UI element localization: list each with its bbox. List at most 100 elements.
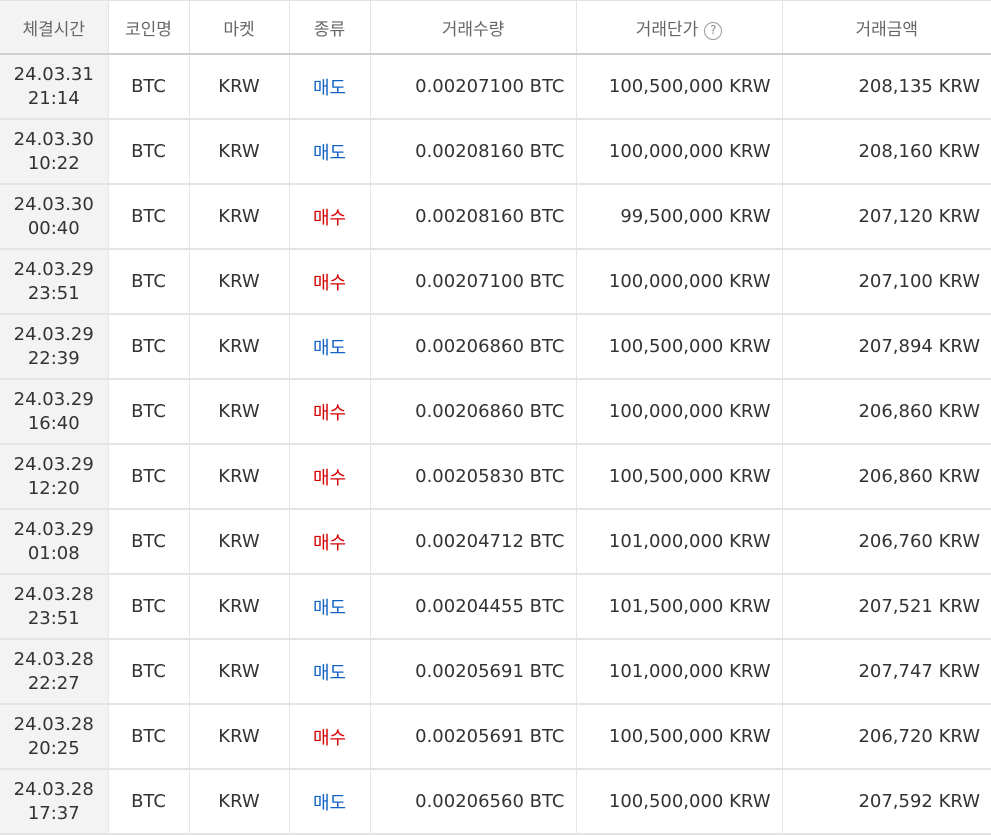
trade-type: 매도 bbox=[289, 119, 371, 185]
trade-type: 매도 bbox=[289, 574, 371, 640]
trade-amount: 207,120 KRW bbox=[782, 184, 991, 250]
trade-price: 100,500,000 KRW bbox=[576, 704, 783, 770]
trade-quantity: 0.00208160 BTC bbox=[370, 184, 577, 250]
market-name: KRW bbox=[189, 54, 290, 120]
trade-date: 24.03.28 bbox=[13, 583, 94, 605]
trade-clock: 12:20 bbox=[27, 477, 80, 499]
market-name: KRW bbox=[189, 509, 290, 575]
trade-rows: 24.03.31 21:14 BTC KRW 매도 0.00207100 BTC 100,5… bbox=[0, 54, 991, 835]
trade-quantity: 0.00206860 BTC bbox=[370, 314, 577, 380]
market-name: KRW bbox=[189, 249, 290, 315]
table-row[interactable]: 24.03.28 23:51 BTC KRW 매도 0.00204455 BTC 101,5… bbox=[0, 574, 991, 640]
trade-amount: 207,747 KRW bbox=[782, 639, 991, 705]
trade-quantity: 0.00206560 BTC bbox=[370, 769, 577, 835]
trade-amount: 208,135 KRW bbox=[782, 54, 991, 120]
table-row[interactable]: 24.03.31 21:14 BTC KRW 매도 0.00207100 BTC 100,5… bbox=[0, 54, 991, 120]
table-row[interactable]: 24.03.28 22:27 BTC KRW 매도 0.00205691 BTC 101,0… bbox=[0, 639, 991, 705]
trade-type-label: 매도 bbox=[312, 337, 347, 359]
trade-date: 24.03.29 bbox=[13, 518, 94, 540]
trade-date: 24.03.29 bbox=[13, 388, 94, 410]
trade-quantity: 0.00206860 BTC bbox=[370, 379, 577, 445]
trade-quantity: 0.00207100 BTC bbox=[370, 54, 577, 120]
coin-name: BTC bbox=[108, 249, 190, 315]
trade-time-cell: 24.03.29 22:39 bbox=[0, 314, 109, 380]
trade-date: 24.03.28 bbox=[13, 648, 94, 670]
table-row[interactable]: 24.03.30 10:22 BTC KRW 매도 0.00208160 BTC 100,0… bbox=[0, 119, 991, 185]
market-name: KRW bbox=[189, 119, 290, 185]
trade-clock: 16:40 bbox=[27, 412, 80, 434]
market-name: KRW bbox=[189, 184, 290, 250]
coin-name: BTC bbox=[108, 54, 190, 120]
trade-price: 100,000,000 KRW bbox=[576, 119, 783, 185]
help-icon[interactable]: ? bbox=[704, 21, 723, 40]
coin-name: BTC bbox=[108, 509, 190, 575]
trade-type-label: 매도 bbox=[312, 77, 347, 99]
trade-type: 매도 bbox=[289, 314, 371, 380]
trade-clock: 21:14 bbox=[27, 87, 80, 109]
trade-type-label: 매수 bbox=[312, 532, 347, 554]
trade-time-cell: 24.03.28 17:37 bbox=[0, 769, 109, 835]
trade-type-label: 매수 bbox=[312, 402, 347, 424]
trade-time-cell: 24.03.31 21:14 bbox=[0, 54, 109, 120]
trade-quantity: 0.00205691 BTC bbox=[370, 639, 577, 705]
trade-time-cell: 24.03.30 10:22 bbox=[0, 119, 109, 185]
header-price: 거래단가? bbox=[576, 0, 783, 55]
header-market: 마켓 bbox=[189, 0, 290, 55]
trade-type: 매수 bbox=[289, 509, 371, 575]
trade-type: 매수 bbox=[289, 184, 371, 250]
trade-type-label: 매수 bbox=[312, 727, 347, 749]
table-row[interactable]: 24.03.29 23:51 BTC KRW 매수 0.00207100 BTC 100,0… bbox=[0, 249, 991, 315]
trade-price: 100,500,000 KRW bbox=[576, 314, 783, 380]
table-row[interactable]: 24.03.29 16:40 BTC KRW 매수 0.00206860 BTC 100,0… bbox=[0, 379, 991, 445]
table-row[interactable]: 24.03.28 20:25 BTC KRW 매수 0.00205691 BTC 100,5… bbox=[0, 704, 991, 770]
trade-time-cell: 24.03.30 00:40 bbox=[0, 184, 109, 250]
trade-time-cell: 24.03.29 23:51 bbox=[0, 249, 109, 315]
trade-date: 24.03.30 bbox=[13, 128, 94, 150]
trade-type-label: 매수 bbox=[312, 207, 347, 229]
coin-name: BTC bbox=[108, 314, 190, 380]
table-row[interactable]: 24.03.30 00:40 BTC KRW 매수 0.00208160 BTC 99,50… bbox=[0, 184, 991, 250]
header-amount: 거래금액 bbox=[782, 0, 991, 55]
header-time: 체결시간 bbox=[0, 0, 109, 55]
trade-clock: 22:39 bbox=[27, 347, 80, 369]
trade-date: 24.03.31 bbox=[13, 63, 94, 85]
table-row[interactable]: 24.03.29 22:39 BTC KRW 매도 0.00206860 BTC 100,5… bbox=[0, 314, 991, 380]
trade-price: 101,000,000 KRW bbox=[576, 639, 783, 705]
coin-name: BTC bbox=[108, 769, 190, 835]
trade-price: 100,500,000 KRW bbox=[576, 54, 783, 120]
trade-type-label: 매수 bbox=[312, 272, 347, 294]
market-name: KRW bbox=[189, 769, 290, 835]
trade-amount: 207,894 KRW bbox=[782, 314, 991, 380]
trade-date: 24.03.28 bbox=[13, 713, 94, 735]
trade-type: 매수 bbox=[289, 379, 371, 445]
trade-time-cell: 24.03.29 12:20 bbox=[0, 444, 109, 510]
market-name: KRW bbox=[189, 379, 290, 445]
coin-name: BTC bbox=[108, 639, 190, 705]
trade-quantity: 0.00204712 BTC bbox=[370, 509, 577, 575]
trade-amount: 206,860 KRW bbox=[782, 379, 991, 445]
coin-name: BTC bbox=[108, 184, 190, 250]
trade-type-label: 매도 bbox=[312, 597, 347, 619]
trade-clock: 23:51 bbox=[27, 282, 80, 304]
trade-amount: 206,720 KRW bbox=[782, 704, 991, 770]
trade-time-cell: 24.03.28 22:27 bbox=[0, 639, 109, 705]
trade-time-cell: 24.03.28 23:51 bbox=[0, 574, 109, 640]
trade-amount: 207,592 KRW bbox=[782, 769, 991, 835]
trade-clock: 23:51 bbox=[27, 607, 80, 629]
trade-price: 99,500,000 KRW bbox=[576, 184, 783, 250]
coin-name: BTC bbox=[108, 444, 190, 510]
trade-type-label: 매도 bbox=[312, 662, 347, 684]
coin-name: BTC bbox=[108, 704, 190, 770]
trade-date: 24.03.29 bbox=[13, 453, 94, 475]
table-row[interactable]: 24.03.29 01:08 BTC KRW 매수 0.00204712 BTC 101,0… bbox=[0, 509, 991, 575]
table-row[interactable]: 24.03.28 17:37 BTC KRW 매도 0.00206560 BTC 100,5… bbox=[0, 769, 991, 835]
coin-name: BTC bbox=[108, 379, 190, 445]
trade-price: 100,500,000 KRW bbox=[576, 444, 783, 510]
table-row[interactable]: 24.03.29 12:20 BTC KRW 매수 0.00205830 BTC 100,5… bbox=[0, 444, 991, 510]
trade-price: 100,000,000 KRW bbox=[576, 249, 783, 315]
trade-amount: 207,100 KRW bbox=[782, 249, 991, 315]
trade-price: 100,000,000 KRW bbox=[576, 379, 783, 445]
trade-type-label: 매도 bbox=[312, 142, 347, 164]
trade-time-cell: 24.03.29 01:08 bbox=[0, 509, 109, 575]
trade-type: 매수 bbox=[289, 704, 371, 770]
